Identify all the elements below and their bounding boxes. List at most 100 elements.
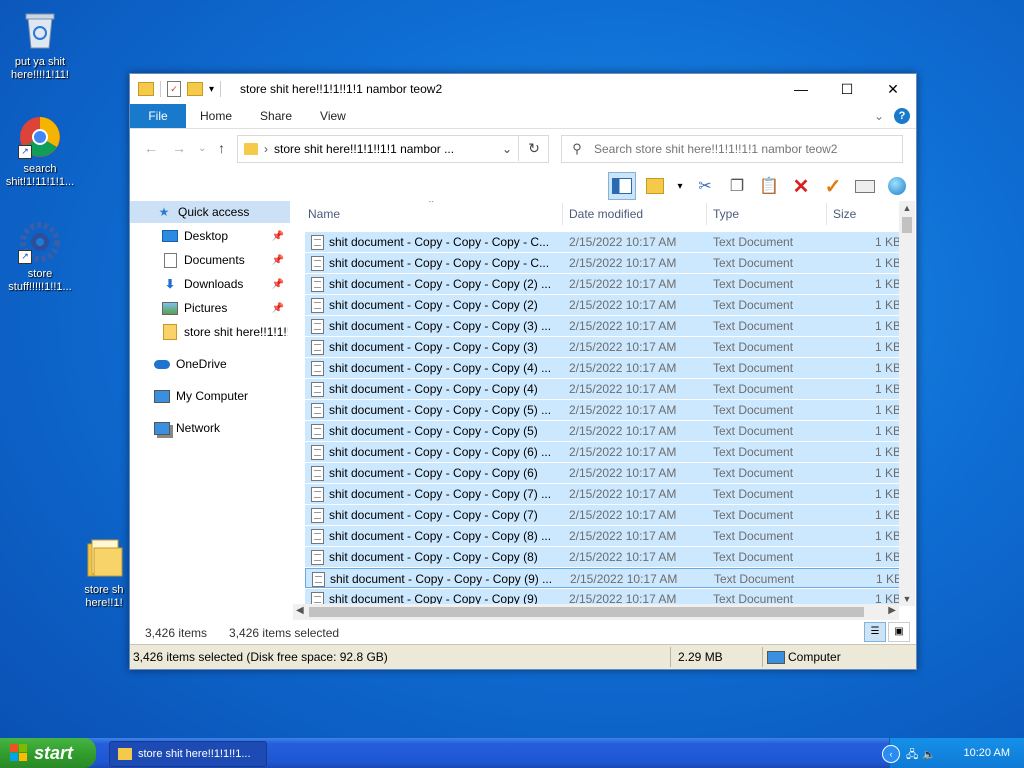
expand-ribbon-icon[interactable]: ⌄ bbox=[874, 109, 884, 123]
ribbon-tabs: File Home Share View ⌄ ? bbox=[130, 104, 916, 129]
table-row[interactable]: shit document - Copy - Copy - Copy (7) .… bbox=[305, 484, 901, 504]
table-row[interactable]: shit document - Copy - Copy - Copy (3) .… bbox=[305, 316, 901, 336]
help-icon[interactable]: ? bbox=[894, 108, 910, 124]
details-view-button[interactable]: ☰ bbox=[864, 622, 886, 642]
properties-button[interactable] bbox=[852, 173, 878, 199]
column-header-size[interactable]: Size bbox=[833, 207, 856, 221]
scroll-up-icon[interactable]: ▲ bbox=[899, 203, 915, 213]
tab-view[interactable]: View bbox=[306, 104, 360, 128]
properties-icon[interactable]: ✓ bbox=[167, 81, 181, 97]
minimize-button[interactable]: — bbox=[778, 74, 824, 104]
scroll-left-icon[interactable]: ◀ bbox=[296, 605, 304, 616]
views-icon bbox=[646, 178, 664, 194]
explorer-window[interactable]: ✓ ▾ store shit here!!1!1!!1!1 nambor teo… bbox=[129, 73, 917, 670]
file-name: shit document - Copy - Copy - Copy - C..… bbox=[329, 256, 550, 270]
sidebar-item-my-computer[interactable]: My Computer bbox=[130, 385, 290, 407]
table-row[interactable]: shit document - Copy - Copy - Copy - C..… bbox=[305, 232, 901, 252]
close-button[interactable]: ✕ bbox=[870, 74, 916, 104]
new-folder-icon[interactable] bbox=[187, 82, 203, 96]
qat-dropdown-icon[interactable]: ▾ bbox=[209, 84, 214, 95]
sidebar-item-desktop[interactable]: Desktop 📌 bbox=[130, 225, 290, 247]
column-header-date[interactable]: Date modified bbox=[569, 207, 643, 221]
pictures-icon bbox=[162, 301, 178, 315]
pin-icon[interactable]: 📌 bbox=[272, 279, 284, 290]
desktop-icon-label: store sh here!!1! bbox=[84, 584, 124, 609]
views-button[interactable] bbox=[642, 173, 668, 199]
table-row[interactable]: shit document - Copy - Copy - Copy (2) 2/… bbox=[305, 295, 901, 315]
sidebar-item-documents[interactable]: Documents 📌 bbox=[130, 249, 290, 271]
folders-pane-button[interactable] bbox=[608, 172, 636, 200]
file-name: shit document - Copy - Copy - Copy (5) .… bbox=[329, 403, 552, 417]
file-name: shit document - Copy - Copy - Copy (6) .… bbox=[329, 445, 552, 459]
table-row[interactable]: shit document - Copy - Copy - Copy (4) .… bbox=[305, 358, 901, 378]
table-row[interactable]: shit document - Copy - Copy - Copy - C..… bbox=[305, 253, 901, 273]
table-row[interactable]: shit document - Copy - Copy - Copy (6) 2/… bbox=[305, 463, 901, 483]
table-row[interactable]: shit document - Copy - Copy - Copy (5) 2/… bbox=[305, 421, 901, 441]
address-dropdown-icon[interactable]: ⌄ bbox=[496, 142, 518, 156]
table-row[interactable]: shit document - Copy - Copy - Copy (5) .… bbox=[305, 400, 901, 420]
vertical-scrollbar[interactable]: ▲ ▼ bbox=[899, 201, 915, 606]
recent-locations-icon[interactable]: ⌄ bbox=[198, 143, 206, 154]
scroll-right-icon[interactable]: ▶ bbox=[888, 605, 896, 616]
column-divider[interactable] bbox=[562, 203, 563, 225]
horizontal-scrollbar[interactable]: ◀ ▶ bbox=[293, 604, 899, 620]
show-hidden-icons-button[interactable]: ‹ bbox=[882, 745, 900, 763]
table-row[interactable]: shit document - Copy - Copy - Copy (2) .… bbox=[305, 274, 901, 294]
table-row[interactable]: shit document - Copy - Copy - Copy (7) 2/… bbox=[305, 505, 901, 525]
title-bar[interactable]: ✓ ▾ store shit here!!1!1!!1!1 nambor teo… bbox=[130, 74, 916, 104]
file-type: Text Document bbox=[713, 445, 794, 459]
tab-home[interactable]: Home bbox=[186, 104, 246, 128]
start-button[interactable]: start bbox=[0, 738, 96, 768]
file-size: 1 KB bbox=[875, 235, 901, 249]
file-list[interactable]: ⌃ Name Date modified Type Size shit docu… bbox=[305, 201, 901, 606]
taskbar-item-explorer[interactable]: store shit here!!1!1!!1... bbox=[109, 741, 267, 767]
scroll-thumb[interactable] bbox=[902, 217, 912, 233]
paste-button[interactable]: 📋 bbox=[756, 173, 782, 199]
pin-icon[interactable]: 📌 bbox=[272, 255, 284, 266]
search-input[interactable] bbox=[592, 141, 886, 157]
up-button[interactable]: ↑ bbox=[218, 140, 225, 156]
cut-button[interactable]: ✂ bbox=[692, 173, 718, 199]
search-box[interactable]: ⚲ bbox=[561, 135, 903, 163]
copy-button[interactable]: ❐ bbox=[724, 173, 750, 199]
tray-icons[interactable]: 🖧🔈 bbox=[906, 746, 940, 765]
sidebar-item-pictures[interactable]: Pictures 📌 bbox=[130, 297, 290, 319]
pin-icon[interactable]: 📌 bbox=[272, 303, 284, 314]
tab-file[interactable]: File bbox=[130, 104, 186, 128]
sidebar-item-network[interactable]: Network bbox=[130, 417, 290, 439]
sidebar-item-downloads[interactable]: ⬇ Downloads 📌 bbox=[130, 273, 290, 295]
apply-button[interactable]: ✓ bbox=[820, 173, 846, 199]
sidebar-item-store-folder[interactable]: store shit here!!1!1!! bbox=[130, 321, 290, 343]
column-divider[interactable] bbox=[706, 203, 707, 225]
table-row[interactable]: shit document - Copy - Copy - Copy (3) 2/… bbox=[305, 337, 901, 357]
clock[interactable]: 10:20 AM bbox=[964, 747, 1010, 759]
tab-share[interactable]: Share bbox=[246, 104, 306, 128]
scroll-thumb[interactable] bbox=[309, 607, 864, 617]
pin-icon[interactable]: 📌 bbox=[272, 231, 284, 242]
views-dropdown-icon[interactable]: ▾ bbox=[674, 173, 686, 199]
table-row-focused[interactable]: shit document - Copy - Copy - Copy (9) .… bbox=[305, 568, 901, 588]
column-header-type[interactable]: Type bbox=[713, 207, 739, 221]
table-row[interactable]: shit document - Copy - Copy - Copy (4) 2/… bbox=[305, 379, 901, 399]
address-bar[interactable]: › store shit here!!1!1!!1!1 nambor ... ⌄ bbox=[237, 135, 549, 163]
file-name: shit document - Copy - Copy - Copy (2) bbox=[329, 298, 538, 312]
large-icons-view-button[interactable]: ▣ bbox=[888, 622, 910, 642]
sidebar-item-quick-access[interactable]: ★ Quick access bbox=[130, 201, 290, 223]
desktop-icon-settings[interactable]: ↗ store stuff!!!!!1!!1... bbox=[0, 220, 80, 294]
desktop-icon-chrome[interactable]: ↗ search shit!1!11!1!1... bbox=[0, 115, 80, 189]
forward-button[interactable]: → bbox=[172, 140, 186, 156]
delete-button[interactable]: ✕ bbox=[788, 173, 814, 199]
scroll-down-icon[interactable]: ▼ bbox=[899, 594, 915, 604]
back-button[interactable]: ← bbox=[144, 140, 158, 156]
desktop-icon-folder[interactable]: store sh here!!1! bbox=[74, 536, 134, 610]
globe-button[interactable] bbox=[884, 173, 910, 199]
desktop-icon-recycle-bin[interactable]: put ya shit here!!!!1!11! bbox=[0, 8, 80, 82]
column-divider[interactable] bbox=[826, 203, 827, 225]
table-row[interactable]: shit document - Copy - Copy - Copy (6) .… bbox=[305, 442, 901, 462]
table-row[interactable]: shit document - Copy - Copy - Copy (8) 2/… bbox=[305, 547, 901, 567]
refresh-button[interactable]: ↻ bbox=[518, 135, 549, 161]
sidebar-item-onedrive[interactable]: OneDrive bbox=[130, 353, 290, 375]
table-row[interactable]: shit document - Copy - Copy - Copy (8) .… bbox=[305, 526, 901, 546]
column-header-name[interactable]: Name bbox=[308, 207, 340, 221]
maximize-button[interactable]: ☐ bbox=[824, 74, 870, 104]
